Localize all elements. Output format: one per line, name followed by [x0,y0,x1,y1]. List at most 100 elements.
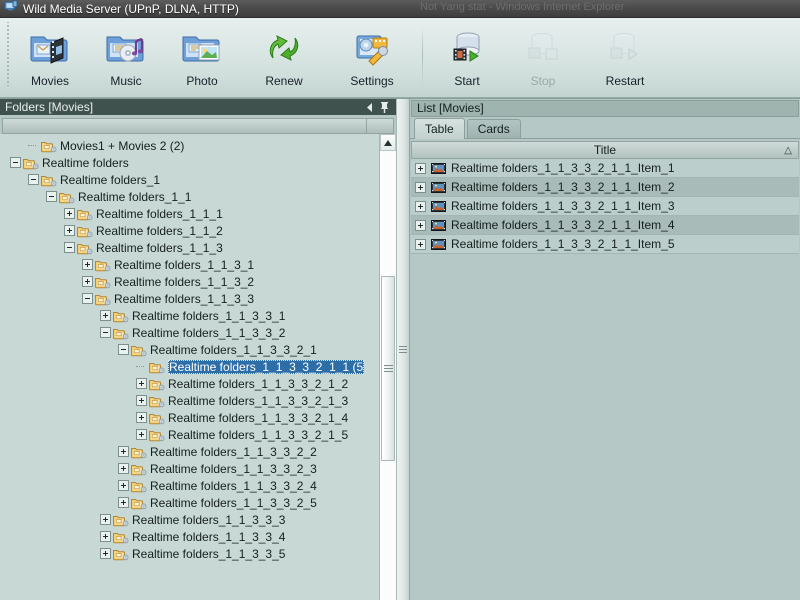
tree-item-label: Realtime folders_1_1_3_3_2_3 [150,461,317,476]
sort-ascending-icon[interactable]: △ [784,145,792,156]
row-expand-button[interactable] [415,162,426,174]
tree-item[interactable]: Movies1 + Movies 2 (2) [0,137,379,154]
tree-collapse-button[interactable] [118,344,129,355]
tree-collapse-button[interactable] [46,191,57,202]
tree-expand-button[interactable] [82,276,93,287]
tree-collapse-button[interactable] [82,293,93,304]
tree-item[interactable]: Realtime folders_1_1_3_3_2_1_3 [0,392,379,409]
table-row[interactable]: Realtime folders_1_1_3_3_2_1_1_Item_5 [411,235,799,254]
tree-item[interactable]: Realtime folders_1_1_3_3_2_1_5 [0,426,379,443]
tree-item[interactable]: Realtime folders_1_1 [0,188,379,205]
tree-item[interactable]: Realtime folders_1_1_3_3_2_4 [0,477,379,494]
tree-item[interactable]: Realtime folders_1_1_3_2 [0,273,379,290]
tree-expand-button[interactable] [136,395,147,406]
pin-icon[interactable] [377,100,391,114]
tree-expand-button[interactable] [136,412,147,423]
tree-expand-button[interactable] [136,429,147,440]
scrollbar-track[interactable] [380,151,396,600]
folder-icon [131,445,147,459]
tab-cards[interactable]: Cards [466,119,521,138]
splitter-grip-icon [399,344,407,355]
tree-item[interactable]: Realtime folders_1_1_3_3_2_5 [0,494,379,511]
folder-icon [95,258,111,272]
panel-splitter[interactable] [396,99,410,600]
table-row[interactable]: Realtime folders_1_1_3_3_2_1_1_Item_3 [411,197,799,216]
tree-expand-button[interactable] [100,548,111,559]
tree-column-header-name[interactable] [3,119,367,133]
toolbar-button-music[interactable]: Music [88,20,164,94]
table-row[interactable]: Realtime folders_1_1_3_3_2_1_1_Item_1 [411,159,799,178]
tab-table[interactable]: Table [414,118,465,139]
tree-item[interactable]: Realtime folders [0,154,379,171]
tree-column-header[interactable] [2,118,394,134]
tree-collapse-button[interactable] [10,157,21,168]
tree-item[interactable]: Realtime folders_1_1_3_3_2 [0,324,379,341]
table-row[interactable]: Realtime folders_1_1_3_3_2_1_1_Item_2 [411,178,799,197]
tree-expand-button[interactable] [100,531,111,542]
list-panel-title: List [Movies] [417,101,484,115]
toolbar-button-start[interactable]: Start [429,20,505,94]
toolbar-button-movies[interactable]: Movies [12,20,88,94]
tree-item[interactable]: Realtime folders_1_1_1 [0,205,379,222]
tree-item[interactable]: Realtime folders_1_1_3_3 [0,290,379,307]
tree-item[interactable]: Realtime folders_1 [0,171,379,188]
tree-vertical-scrollbar[interactable] [379,134,396,600]
grid-column-header-title[interactable]: Title △ [411,141,799,159]
toolbar-button-settings[interactable]: Settings [328,20,416,94]
row-expand-button[interactable] [415,200,426,212]
tree-item[interactable]: Realtime folders_1_1_3_3_3 [0,511,379,528]
tree-expand-button[interactable] [82,259,93,270]
tree-expand-button[interactable] [100,514,111,525]
tree-item[interactable]: Realtime folders_1_1_2 [0,222,379,239]
tree-item-label: Realtime folders_1_1_3_3_3 [132,512,286,527]
tree-expand-button[interactable] [118,480,129,491]
tree-item[interactable]: Realtime folders_1_1_3_3_2_2 [0,443,379,460]
toolbar-drag-handle[interactable] [4,22,10,86]
scrollbar-thumb[interactable] [381,276,395,461]
folder-icon [41,173,57,187]
tree-expand-button[interactable] [118,497,129,508]
tree-item[interactable]: Realtime folders_1_1_3_3_2_3 [0,460,379,477]
tree-item[interactable]: Realtime folders_1_1_3_3_1 [0,307,379,324]
tree-expand-button[interactable] [118,446,129,457]
tree-column-header-extra[interactable] [367,119,393,133]
tree-item[interactable]: Realtime folders_1_1_3_3_2_1_2 [0,375,379,392]
tree-expand-button[interactable] [100,310,111,321]
server-restart-icon [602,25,648,71]
music-folder-icon [103,25,149,71]
tree-item[interactable]: Realtime folders_1_1_3_1 [0,256,379,273]
collapse-left-arrow-icon[interactable] [363,100,377,114]
scroll-up-arrow-icon[interactable] [380,134,396,151]
list-grid-body[interactable]: Realtime folders_1_1_3_3_2_1_1_Item_1 Rea… [411,159,799,600]
toolbar-button-stop[interactable]: Stop [505,20,581,94]
tree-collapse-button[interactable] [64,242,75,253]
row-expand-button[interactable] [415,219,426,231]
tree-expand-button[interactable] [64,225,75,236]
tree-item[interactable]: Realtime folders_1_1_3_3_5 [0,545,379,562]
tree-item[interactable]: Realtime folders_1_1_3 [0,239,379,256]
tree-item[interactable]: Realtime folders_1_1_3_3_2_1 [0,341,379,358]
table-row[interactable]: Realtime folders_1_1_3_3_2_1_1_Item_4 [411,216,799,235]
row-expand-button[interactable] [415,181,426,193]
toolbar-button-renew[interactable]: Renew [240,20,328,94]
toolbar-button-photo[interactable]: Photo [164,20,240,94]
tree-item-label: Realtime folders_1_1_3_3_2_1_1 (5 [168,359,365,374]
toolbar-button-restart[interactable]: Restart [581,20,669,94]
tree-item[interactable]: Realtime folders_1_1_3_3_4 [0,528,379,545]
folders-tree[interactable]: Movies1 + Movies 2 (2) Realtime folders Re… [0,134,379,600]
tree-expand-button[interactable] [64,208,75,219]
row-expand-button[interactable] [415,238,426,250]
tree-expand-button[interactable] [136,378,147,389]
tree-expand-button[interactable] [118,463,129,474]
tree-collapse-button[interactable] [100,327,111,338]
tree-item[interactable]: Realtime folders_1_1_3_3_2_1_4 [0,409,379,426]
tree-item[interactable]: Realtime folders_1_1_3_3_2_1_1 (5 [0,358,379,375]
toolbar-label-renew: Renew [265,74,303,88]
tree-collapse-button[interactable] [28,174,39,185]
folder-icon [77,207,93,221]
